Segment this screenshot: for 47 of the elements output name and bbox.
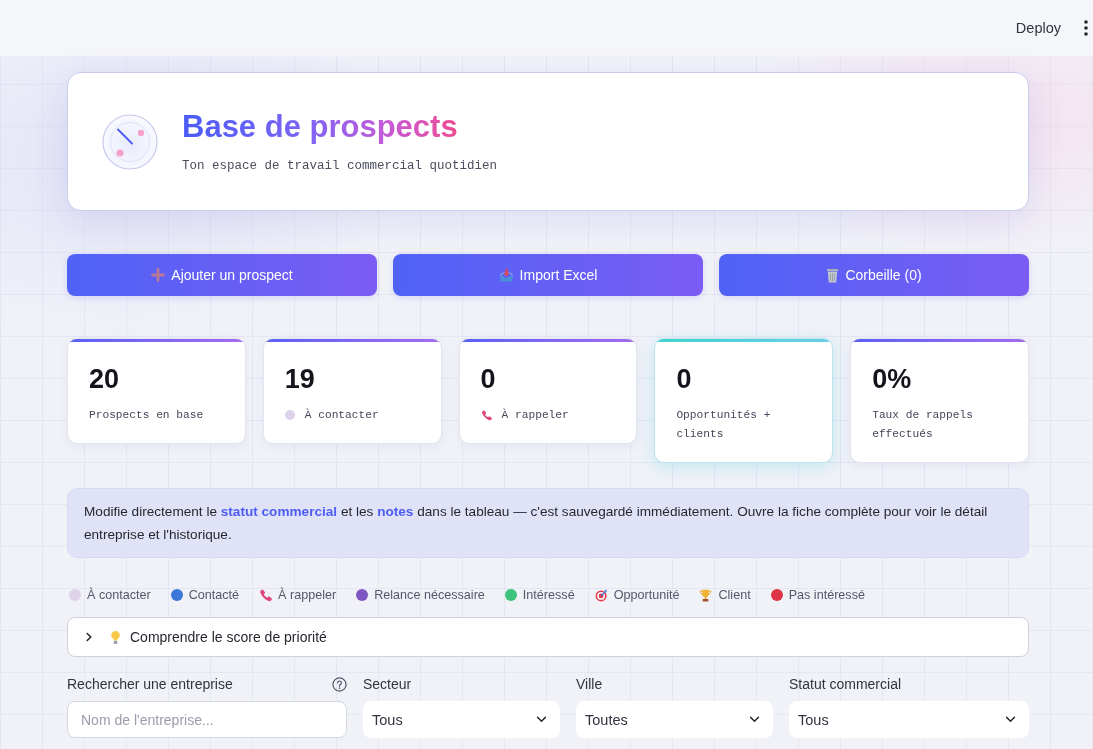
kebab-menu-icon[interactable] [1084,20,1088,36]
chevron-down-icon [536,716,547,723]
stat-label: À contacter [304,407,379,423]
dropdown[interactable]: Tous [363,701,560,738]
legend-label: Client [718,587,751,604]
field-label: Secteur [363,675,412,694]
dropdown[interactable]: Toutes [576,701,773,738]
search-field[interactable]: Nom de l'entreprise... [67,701,347,738]
stat-value: 20 [89,364,121,394]
legend-label: Contacté [188,587,240,604]
legend-label: Intéressé [522,587,575,604]
legend-label: À contacter [87,586,151,604]
stat-value: 0% [872,364,913,394]
info-message: Modifie directement le statut commercial et les notes dans le tableau — c'est sauvegardé immédiatement. Ouvre la fiche complète pour voir le détail entreprise et l'historique. [84,503,989,544]
deploy-button[interactable]: Deploy [1005,14,1071,42]
stat-label: Opportunités + clients [676,408,772,442]
stat-value: 0 [676,364,693,394]
field-label: Statut commercial [789,675,902,694]
legend-label: Pas intéressé [788,587,865,604]
legend-label: Opportunité [613,587,680,604]
chevron-down-icon [749,716,760,723]
inbox-tray-icon [498,267,514,283]
add-button[interactable]: Ajouter un prospect [67,254,377,296]
page-subtitle: Ton espace de travail commercial quotidien [182,157,498,174]
field-label: Ville [576,675,603,694]
legend-label: À rappeler [278,586,337,604]
wastebasket-icon [826,267,840,283]
field-label: Rechercher une entreprise [67,675,233,694]
expander-toggle[interactable]: Comprendre le score de priorité [67,617,1029,657]
import-button[interactable]: Import Excel [393,254,703,296]
dropdown[interactable]: Tous [789,701,1029,738]
target-icon [594,588,608,602]
stat-label: À rappeler [501,407,569,423]
stat-value: 0 [480,364,497,394]
legend-label: Relance nécessaire [374,587,485,604]
plus-icon [151,268,166,282]
dial-icon [102,113,158,170]
help-icon[interactable] [332,676,347,692]
stat-label: Prospects en base [89,408,204,423]
phone-icon [259,588,273,602]
stat-label: Taux de rappels effectués [872,408,974,442]
light-bulb-icon [110,629,121,645]
stat-value: 19 [284,364,316,394]
trash-button[interactable]: Corbeille (0) [719,254,1029,296]
trophy-icon [699,588,713,602]
chevron-down-icon [1005,716,1016,723]
phone-icon [480,410,492,421]
